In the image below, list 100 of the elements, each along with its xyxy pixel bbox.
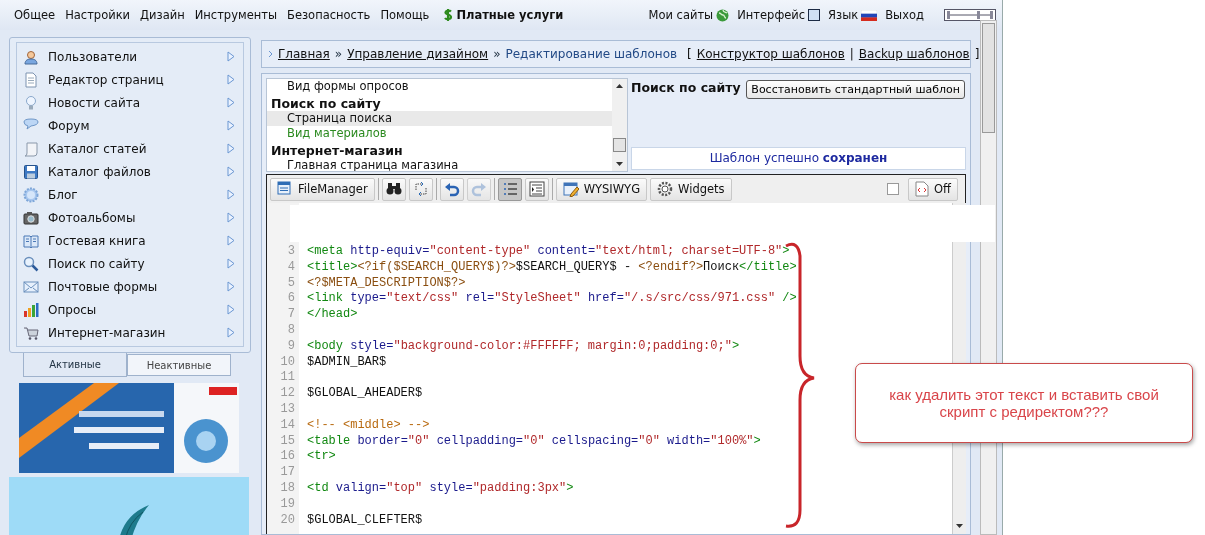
sidebar-item[interactable]: Опросы bbox=[17, 298, 243, 321]
arrow-icon bbox=[227, 235, 235, 246]
menu-item[interactable]: Интерфейс bbox=[733, 8, 825, 22]
replace-icon bbox=[412, 181, 429, 197]
line-number: 3 bbox=[286, 244, 296, 260]
menu-item[interactable]: Выход bbox=[881, 8, 928, 22]
sidebar-item[interactable]: Каталог файлов bbox=[17, 160, 243, 183]
down-arrow-icon bbox=[616, 162, 623, 166]
line-number: 11 bbox=[279, 370, 296, 387]
breadcrumb-current: Редактирование шаблонов bbox=[505, 47, 678, 61]
search-icon bbox=[23, 255, 39, 272]
code-line: <table border="0" cellpadding="0" cellspacing="0" width="100%"> bbox=[307, 433, 761, 450]
link-separator: | bbox=[849, 47, 854, 61]
arrow-icon bbox=[227, 166, 235, 177]
toolbar-button[interactable] bbox=[381, 177, 406, 201]
book-icon bbox=[23, 232, 39, 249]
code-line: $ADMIN_BAR$ bbox=[307, 354, 387, 371]
code-line: <link type="text/css" rel="StyleSheet" href="/.s/src/css/971.css" /> bbox=[307, 291, 797, 308]
menu-item[interactable]: Настройки bbox=[60, 8, 136, 22]
checkbox[interactable] bbox=[887, 183, 899, 195]
paid-services-link[interactable]: Платные услуги bbox=[438, 8, 569, 22]
globe-icon bbox=[716, 8, 730, 22]
menu-item[interactable]: Мои сайты bbox=[644, 8, 734, 22]
camera-icon bbox=[23, 209, 39, 226]
menu-item[interactable]: Дизайн bbox=[135, 8, 190, 22]
tab[interactable]: Неактивные bbox=[127, 354, 231, 376]
sidebar-item[interactable]: Гостевая книга bbox=[17, 229, 243, 252]
link[interactable]: Backup шаблонов bbox=[858, 47, 970, 61]
arrow-icon bbox=[227, 74, 235, 85]
code-line: </head> bbox=[307, 307, 358, 323]
redo-icon bbox=[470, 181, 487, 197]
arrow-icon bbox=[227, 327, 235, 338]
menu-item[interactable]: Инструменты bbox=[189, 8, 282, 22]
code-line: <?$META_DESCRIPTION$?> bbox=[307, 275, 466, 292]
line-number: 17 bbox=[279, 465, 296, 481]
restore-button[interactable]: Восстановить стандартный шаблон bbox=[746, 80, 965, 99]
list-item[interactable]: Вид материалов bbox=[267, 126, 612, 141]
group-header: Поиск по сайту bbox=[270, 95, 382, 111]
page-icon bbox=[23, 71, 39, 88]
sidebar-item[interactable]: Пользователи bbox=[17, 45, 243, 68]
menu-item[interactable]: Язык bbox=[824, 8, 882, 22]
line-number: 9 bbox=[286, 338, 296, 355]
scrollbar[interactable] bbox=[612, 79, 627, 171]
code-line: <td valign="top" style="padding:3px"> bbox=[307, 480, 574, 497]
sidebar-item[interactable]: Фотоальбомы bbox=[17, 206, 243, 229]
code-line: <!-- <middle> --> bbox=[307, 417, 430, 434]
line-number: 14 bbox=[279, 417, 296, 434]
template-title: Поиск по сайту bbox=[631, 80, 741, 95]
breadcrumb-link[interactable]: Главная bbox=[278, 47, 330, 61]
sidebar-item[interactable]: Новости сайта bbox=[17, 91, 243, 114]
list-item[interactable]: Главная страница магазина bbox=[267, 158, 612, 171]
arrow-icon bbox=[227, 304, 235, 315]
user-icon bbox=[23, 48, 39, 65]
link[interactable]: Конструктор шаблонов bbox=[696, 47, 845, 61]
breadcrumb-separator: » bbox=[334, 47, 343, 61]
line-number: 5 bbox=[286, 275, 296, 292]
gear-icon bbox=[23, 186, 39, 203]
line-number: 18 bbox=[279, 480, 296, 497]
code-line: <meta http-equiv="content-type" content="text/html; charset=UTF-8"> bbox=[307, 244, 790, 260]
undo-icon bbox=[443, 181, 460, 197]
line-number: 6 bbox=[286, 291, 296, 308]
numbered-list-icon bbox=[501, 181, 518, 197]
flag-icon bbox=[861, 9, 878, 21]
sidebar-item[interactable]: Поиск по сайту bbox=[17, 252, 243, 275]
code-line: <tr> bbox=[307, 449, 336, 466]
edit-window-icon bbox=[562, 181, 579, 197]
gear-icon bbox=[657, 181, 674, 197]
list-item[interactable]: Страница поиска bbox=[267, 111, 612, 126]
sidebar-item[interactable]: Редактор страниц bbox=[17, 68, 243, 91]
bar-chart-icon bbox=[23, 301, 39, 318]
arrow-icon bbox=[227, 120, 235, 131]
list-icon bbox=[277, 181, 293, 197]
toolbar-button[interactable]: WYSIWYG bbox=[555, 177, 648, 201]
menu-item[interactable]: Помощь bbox=[375, 8, 435, 22]
line-number: 10 bbox=[279, 354, 296, 371]
code-line: <title><?if($SEARCH_QUERY$)?>$SEARCH_QUERY$ - <?endif?>Поиск</title> bbox=[307, 259, 797, 276]
sidebar-item[interactable]: Интернет-магазин bbox=[17, 321, 243, 344]
toolbar-button[interactable]: Widgets bbox=[650, 177, 732, 201]
scroll-thumb[interactable] bbox=[982, 23, 995, 133]
arrow-icon bbox=[227, 97, 235, 108]
menu-item[interactable]: Общее bbox=[9, 8, 61, 22]
arrow-icon bbox=[227, 258, 235, 269]
toolbar-button[interactable]: FileManager bbox=[270, 177, 375, 201]
sidebar-item[interactable]: Форум bbox=[17, 114, 243, 137]
sidebar-item[interactable]: Блог bbox=[17, 183, 243, 206]
slider-drawing bbox=[944, 9, 996, 21]
breadcrumb-link[interactable]: Управление дизайном bbox=[347, 47, 489, 61]
off-button[interactable]: Off bbox=[908, 177, 958, 201]
code-line: $GLOBAL_AHEADER$ bbox=[307, 386, 423, 402]
chevron-icon bbox=[268, 50, 273, 58]
template-list[interactable]: Вид формы опросов Поиск по сайту Страница поиска Вид материалов Интернет-магазин Главная страница магазина bbox=[266, 78, 628, 172]
sidebar-item[interactable]: Каталог статей bbox=[17, 137, 243, 160]
status-message: Шаблон успешно сохранен bbox=[709, 151, 888, 165]
scroll-thumb[interactable] bbox=[613, 138, 626, 152]
list-item[interactable]: Вид формы опросов bbox=[267, 79, 612, 94]
menu-item[interactable]: Безопасность bbox=[282, 8, 376, 22]
line-number: 4 bbox=[286, 259, 296, 276]
sidebar-item[interactable]: Почтовые формы bbox=[17, 275, 243, 298]
tab[interactable]: Активные bbox=[23, 353, 127, 377]
line-number: 8 bbox=[286, 323, 296, 339]
